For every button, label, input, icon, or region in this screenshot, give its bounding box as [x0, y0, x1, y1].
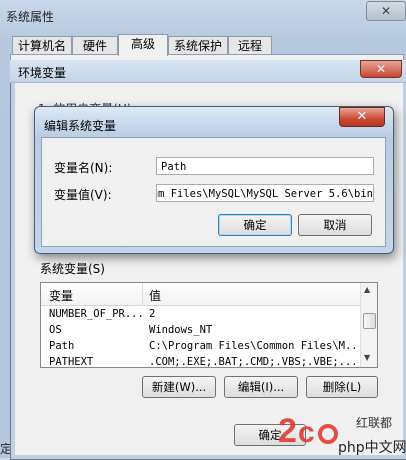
row-variable: OS	[49, 324, 62, 336]
tab-hardware[interactable]: 硬件	[72, 36, 118, 55]
variable-value-input[interactable]: am Files\MySQL\MySQL Server 5.6\bin	[156, 184, 374, 202]
delete-variable-button[interactable]: 删除(L)	[306, 376, 378, 398]
table-row[interactable]: PATHEXT .COM;.EXE;.BAT;.CMD;.VBS;.VBE;..…	[41, 354, 359, 368]
tab-computer-name[interactable]: 计算机名	[12, 36, 72, 55]
variable-value-text: am Files\MySQL\MySQL Server 5.6\bin	[156, 188, 373, 200]
table-row[interactable]: NUMBER_OF_PR... 2	[41, 306, 359, 322]
row-variable: NUMBER_OF_PR...	[49, 308, 143, 320]
edit-cancel-button[interactable]: 取消	[298, 214, 372, 236]
system-properties-title: 系统属性	[6, 10, 55, 24]
tab-system-protection[interactable]: 系统保护	[168, 36, 228, 55]
column-divider[interactable]	[142, 283, 143, 305]
row-value: C:\Program Files\Common Files\M...	[149, 340, 355, 352]
watermark-text: php中文网	[338, 440, 406, 456]
new-variable-button[interactable]: 新建(W)...	[142, 376, 216, 398]
column-header-value[interactable]: 值	[149, 287, 161, 304]
variable-name-label: 变量名(N):	[54, 161, 113, 175]
table-row[interactable]: Path C:\Program Files\Common Files\M...	[41, 338, 359, 354]
column-header-variable[interactable]: 变量	[49, 287, 73, 304]
svg-text:2: 2	[278, 412, 297, 450]
row-value: 2	[149, 308, 156, 320]
env-title-bar	[10, 60, 406, 83]
list-header: 变量 值	[41, 283, 361, 306]
variable-value-label: 变量值(V):	[54, 188, 112, 202]
variable-name-input[interactable]: Path	[156, 157, 374, 175]
row-value: Windows_NT	[149, 324, 213, 336]
edit-ok-button[interactable]: 确定	[218, 214, 292, 236]
row-value: .COM;.EXE;.BAT;.CMD;.VBS;.VBE;...	[149, 356, 355, 368]
watermark-logo: 2 c php中文网	[278, 412, 406, 456]
scroll-down-icon[interactable]: ▼	[364, 353, 370, 362]
row-variable: Path	[49, 340, 75, 352]
scroll-up-icon[interactable]: ▲	[364, 285, 370, 294]
table-row[interactable]: OS Windows_NT	[41, 322, 359, 338]
env-close-button[interactable]: ✕	[360, 60, 402, 78]
row-variable: PATHEXT	[49, 356, 94, 368]
system-properties-close-button[interactable]: ✕	[366, 1, 406, 21]
tab-advanced[interactable]: 高级	[118, 34, 168, 56]
vertical-scrollbar[interactable]: ▲ ▼	[360, 283, 377, 367]
system-variables-list[interactable]: 变量 值 NUMBER_OF_PR... 2 OS Windows_NT Pat…	[40, 282, 378, 368]
edit-dialog-title: 编辑系统变量	[44, 119, 117, 133]
system-variables-label: 系统变量(S)	[40, 262, 105, 276]
tab-remote[interactable]: 远程	[228, 36, 272, 55]
svg-text:c: c	[298, 416, 315, 449]
scroll-thumb[interactable]	[363, 313, 376, 329]
env-dialog-title: 环境变量	[18, 66, 67, 80]
edit-close-button[interactable]: ✕	[339, 107, 385, 127]
edit-variable-button[interactable]: 编辑(I)...	[224, 376, 298, 398]
